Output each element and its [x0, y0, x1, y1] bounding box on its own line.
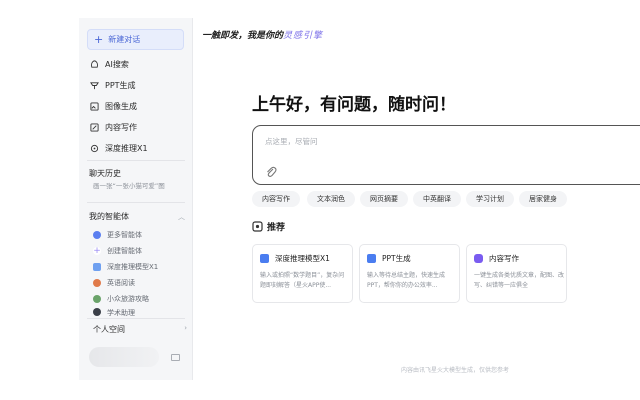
image-icon — [89, 101, 99, 111]
sidebar-item-ai-search[interactable]: AI搜索 — [89, 56, 189, 72]
input-placeholder: 点这里，尽管问 — [265, 137, 318, 146]
chevron-right-icon: › — [184, 324, 187, 332]
personal-space-item[interactable]: 个人空间 › — [93, 324, 187, 335]
agent-label: 更多智能体 — [107, 231, 142, 239]
chat-input[interactable]: 点这里，尽管问 — [252, 125, 640, 185]
quick-chip[interactable]: 学习计划 — [466, 191, 514, 207]
divider — [87, 318, 185, 319]
pen-icon — [89, 122, 99, 132]
slogan-text: 一触即发，我是你的 — [202, 31, 284, 41]
sidebar-item-label: PPT生成 — [105, 80, 136, 90]
agent-item-travel[interactable]: 小众旅游攻略 — [93, 292, 187, 306]
divider — [87, 202, 185, 203]
sidebar-item-label: 图像生成 — [105, 101, 137, 111]
card-header: 深度推理模型X1 — [260, 253, 330, 264]
divider — [87, 160, 185, 161]
agent-avatar-icon — [93, 279, 101, 287]
card-header: PPT生成 — [367, 253, 411, 264]
new-chat-button[interactable]: + 新建对话 — [87, 29, 184, 50]
ppt-icon — [89, 80, 99, 90]
card-title: PPT生成 — [382, 254, 411, 263]
page-title: 上午好，有问题，随时问！ — [252, 95, 456, 115]
sidebar-item-label: 内容写作 — [105, 122, 137, 132]
agent-avatar-icon — [93, 295, 101, 303]
avatar[interactable] — [89, 347, 159, 367]
agent-label: 深度推理模型X1 — [107, 263, 159, 271]
quick-chip[interactable]: 中英翻译 — [413, 191, 461, 207]
ppt-icon — [367, 254, 376, 263]
history-item[interactable]: 画一张“一张小猫可爱”图 — [93, 180, 185, 190]
card-header: 内容写作 — [474, 253, 519, 264]
sidebar-item-ppt[interactable]: PPT生成 — [89, 77, 189, 93]
quick-chip[interactable]: 网页摘要 — [360, 191, 408, 207]
new-chat-label: 新建对话 — [108, 35, 141, 44]
history-title: 聊天历史 — [89, 169, 121, 178]
model-icon — [260, 254, 269, 263]
card-title: 深度推理模型X1 — [275, 254, 330, 263]
attachment-icon[interactable] — [265, 164, 279, 178]
agents-title: 我的智能体 — [89, 212, 129, 221]
history-section-title[interactable]: 聊天历史 — [89, 168, 185, 179]
compass-icon — [93, 231, 101, 239]
agents-section-title[interactable]: 我的智能体 ︿ — [89, 211, 185, 222]
chevron-up-icon: ︿ — [178, 212, 185, 221]
quick-chip[interactable]: 居家健身 — [519, 191, 567, 207]
app-window: + 新建对话 AI搜索 PPT生成 图像生成 内容写作 深度推理X1 聊天历史 … — [79, 18, 640, 380]
sidebar: + 新建对话 AI搜索 PPT生成 图像生成 内容写作 深度推理X1 聊天历史 … — [79, 18, 193, 380]
recommend-header: 推荐 — [252, 220, 285, 233]
card-desc: 一键生成各类优质文章，配图、改写、纠错等一应俱全 — [474, 272, 564, 289]
agent-label: 英语阅读 — [107, 279, 135, 287]
plus-icon: + — [93, 246, 101, 256]
card-desc: 输入等待总结主题，快速生成 PPT，帮你你的办公效率... — [367, 272, 446, 289]
personal-title: 个人空间 — [93, 325, 125, 334]
quick-chip[interactable]: 内容写作 — [252, 191, 300, 207]
agent-item-x1[interactable]: 深度推理模型X1 — [93, 260, 187, 274]
slogan-accent: 灵感引擎 — [283, 31, 324, 41]
sidebar-item-writing[interactable]: 内容写作 — [89, 119, 189, 135]
plus-icon: + — [94, 33, 104, 46]
agent-item-more[interactable]: 更多智能体 — [93, 228, 187, 242]
disclaimer-note: 内容由讯飞星火大模型生成，仅供您参考 — [401, 367, 510, 374]
writing-icon — [474, 254, 483, 263]
recommend-card-ppt[interactable]: PPT生成 输入等待总结主题，快速生成 PPT，帮你你的办公效率... — [359, 244, 460, 303]
agent-item-english[interactable]: 英语阅读 — [93, 276, 187, 290]
recommend-icon — [252, 221, 263, 232]
recommend-card-writing[interactable]: 内容写作 一键生成各类优质文章，配图、改写、纠错等一应俱全 — [466, 244, 567, 303]
recommend-card-x1[interactable]: 深度推理模型X1 输入或拍照“数学题目”，复杂问题即刻解答（星火APP使... — [252, 244, 353, 303]
agent-item-academic[interactable]: 学术助理 — [93, 308, 187, 316]
main-panel: 一触即发，我是你的灵感引擎 上午好，有问题，随时问！ 点这里，尽管问 内容写作 … — [193, 18, 640, 380]
sidebar-item-x1[interactable]: 深度推理X1 — [89, 140, 189, 156]
sidebar-collapse-icon[interactable] — [171, 354, 180, 361]
sidebar-item-image[interactable]: 图像生成 — [89, 98, 189, 114]
atom-icon — [89, 143, 99, 153]
recommend-title: 推荐 — [267, 223, 286, 233]
sidebar-item-label: 深度推理X1 — [105, 143, 148, 153]
sidebar-item-label: AI搜索 — [105, 59, 129, 69]
slogan: 一触即发，我是你的灵感引擎 — [202, 28, 323, 41]
agent-label: 创建智能体 — [107, 247, 142, 255]
agent-avatar-icon — [93, 308, 101, 316]
agent-item-create[interactable]: + 创建智能体 — [93, 244, 187, 258]
card-desc: 输入或拍照“数学题目”，复杂问题即刻解答（星火APP使... — [260, 272, 345, 289]
quick-chip[interactable]: 文本润色 — [307, 191, 355, 207]
agent-avatar-icon — [93, 263, 101, 271]
agent-label: 学术助理 — [107, 309, 135, 316]
agent-label: 小众旅游攻略 — [107, 295, 149, 303]
card-title: 内容写作 — [489, 254, 519, 263]
search-icon — [89, 59, 99, 69]
